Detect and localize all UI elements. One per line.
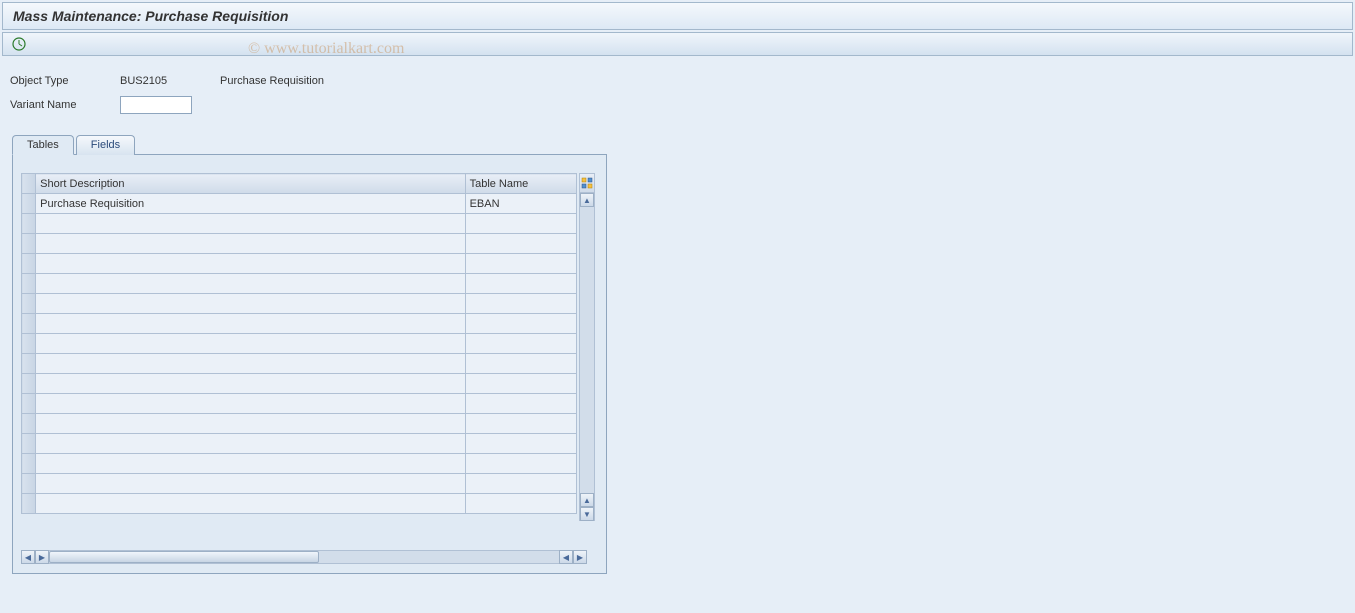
cell-short-description[interactable] xyxy=(36,474,465,494)
cell-table-name[interactable] xyxy=(465,474,576,494)
table-row[interactable] xyxy=(22,394,577,414)
col-short-description[interactable]: Short Description xyxy=(36,174,465,194)
table-row[interactable] xyxy=(22,374,577,394)
row-selector[interactable] xyxy=(22,414,36,434)
row-selector[interactable] xyxy=(22,474,36,494)
scroll-up-icon[interactable]: ▲ xyxy=(580,193,594,207)
form-area: Object Type BUS2105 Purchase Requisition… xyxy=(0,58,1355,124)
tab-fields[interactable]: Fields xyxy=(76,135,135,155)
scroll-down-icon[interactable]: ▼ xyxy=(580,507,594,521)
row-selector[interactable] xyxy=(22,334,36,354)
table-row[interactable]: Purchase RequisitionEBAN xyxy=(22,194,577,214)
table-row[interactable] xyxy=(22,314,577,334)
tab-tables[interactable]: Tables xyxy=(12,135,74,155)
row-selector[interactable] xyxy=(22,454,36,474)
grid-wrapper: Short Description Table Name Purchase Re… xyxy=(21,173,595,543)
table-row[interactable] xyxy=(22,254,577,274)
table-row[interactable] xyxy=(22,434,577,454)
cell-short-description[interactable] xyxy=(36,434,465,454)
cell-short-description[interactable] xyxy=(36,414,465,434)
cell-table-name[interactable] xyxy=(465,314,576,334)
cell-short-description[interactable] xyxy=(36,294,465,314)
hscroll-track[interactable] xyxy=(49,550,559,564)
row-selector[interactable] xyxy=(22,254,36,274)
row-selector[interactable] xyxy=(22,374,36,394)
row-selector[interactable] xyxy=(22,354,36,374)
table-row[interactable] xyxy=(22,234,577,254)
cell-short-description[interactable] xyxy=(36,314,465,334)
cell-table-name[interactable] xyxy=(465,494,576,514)
tab-strip: Tables Fields xyxy=(12,135,607,155)
cell-table-name[interactable] xyxy=(465,374,576,394)
scroll-left2-icon[interactable]: ◀ xyxy=(559,550,573,564)
variant-name-input[interactable] xyxy=(120,96,192,114)
variant-name-row: Variant Name xyxy=(10,94,1347,116)
scroll-right-icon[interactable]: ▶ xyxy=(573,550,587,564)
cell-table-name[interactable] xyxy=(465,294,576,314)
scroll-left-icon[interactable]: ◀ xyxy=(21,550,35,564)
hscroll-thumb[interactable] xyxy=(49,551,319,563)
cell-table-name[interactable] xyxy=(465,254,576,274)
cell-short-description[interactable] xyxy=(36,234,465,254)
cell-table-name[interactable] xyxy=(465,274,576,294)
scroll-right-inner-icon[interactable]: ▶ xyxy=(35,550,49,564)
row-selector[interactable] xyxy=(22,234,36,254)
execute-icon[interactable] xyxy=(11,36,27,52)
table-settings-icon[interactable] xyxy=(579,173,595,193)
table-row[interactable] xyxy=(22,474,577,494)
cell-table-name[interactable] xyxy=(465,234,576,254)
cell-short-description[interactable] xyxy=(36,494,465,514)
cell-short-description[interactable] xyxy=(36,454,465,474)
data-grid: Short Description Table Name Purchase Re… xyxy=(21,173,577,514)
tab-content: Short Description Table Name Purchase Re… xyxy=(12,154,607,574)
tab-container: Tables Fields Short Description Table Na… xyxy=(12,134,607,574)
cell-short-description[interactable] xyxy=(36,394,465,414)
cell-table-name[interactable] xyxy=(465,414,576,434)
row-selector[interactable] xyxy=(22,194,36,214)
cell-short-description[interactable]: Purchase Requisition xyxy=(36,194,465,214)
title-bar: Mass Maintenance: Purchase Requisition xyxy=(2,2,1353,30)
table-row[interactable] xyxy=(22,454,577,474)
table-row[interactable] xyxy=(22,494,577,514)
row-selector[interactable] xyxy=(22,314,36,334)
col-table-name[interactable]: Table Name xyxy=(465,174,576,194)
cell-table-name[interactable]: EBAN xyxy=(465,194,576,214)
row-selector[interactable] xyxy=(22,394,36,414)
table-row[interactable] xyxy=(22,354,577,374)
cell-short-description[interactable] xyxy=(36,354,465,374)
table-row[interactable] xyxy=(22,414,577,434)
object-type-desc: Purchase Requisition xyxy=(220,75,324,87)
application-toolbar xyxy=(2,32,1353,56)
table-row[interactable] xyxy=(22,274,577,294)
table-row[interactable] xyxy=(22,294,577,314)
object-type-label: Object Type xyxy=(10,75,120,87)
row-selector[interactable] xyxy=(22,294,36,314)
object-type-row: Object Type BUS2105 Purchase Requisition xyxy=(10,70,1347,92)
cell-table-name[interactable] xyxy=(465,394,576,414)
cell-table-name[interactable] xyxy=(465,454,576,474)
cell-table-name[interactable] xyxy=(465,434,576,454)
cell-short-description[interactable] xyxy=(36,334,465,354)
page-title: Mass Maintenance: Purchase Requisition xyxy=(13,8,288,24)
cell-short-description[interactable] xyxy=(36,274,465,294)
cell-short-description[interactable] xyxy=(36,254,465,274)
scroll-up2-icon[interactable]: ▲ xyxy=(580,493,594,507)
cell-table-name[interactable] xyxy=(465,214,576,234)
cell-table-name[interactable] xyxy=(465,334,576,354)
variant-name-label: Variant Name xyxy=(10,99,120,111)
horizontal-scrollbar[interactable]: ◀ ▶ ◀ ▶ xyxy=(21,549,595,565)
object-type-value: BUS2105 xyxy=(120,75,220,87)
row-selector-header[interactable] xyxy=(22,174,36,194)
row-selector[interactable] xyxy=(22,434,36,454)
row-selector[interactable] xyxy=(22,214,36,234)
cell-short-description[interactable] xyxy=(36,374,465,394)
table-row[interactable] xyxy=(22,334,577,354)
cell-table-name[interactable] xyxy=(465,354,576,374)
cell-short-description[interactable] xyxy=(36,214,465,234)
vertical-scrollbar[interactable]: ▲ ▲ ▼ xyxy=(579,193,595,521)
row-selector[interactable] xyxy=(22,494,36,514)
table-row[interactable] xyxy=(22,214,577,234)
row-selector[interactable] xyxy=(22,274,36,294)
